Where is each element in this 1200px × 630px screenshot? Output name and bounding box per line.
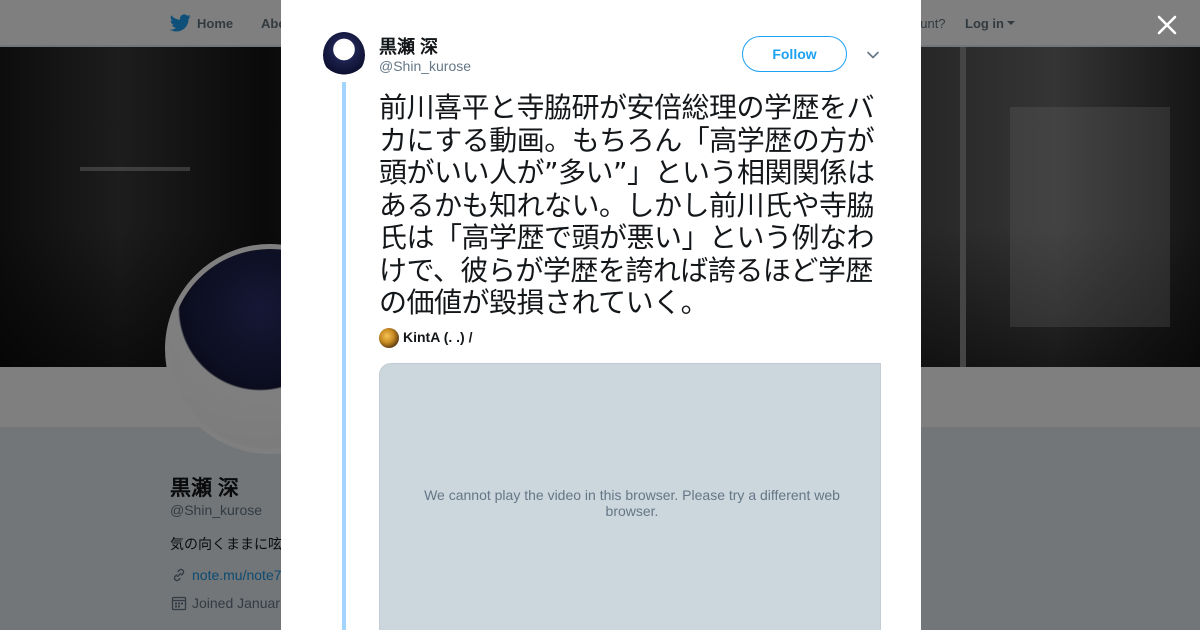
thread-connector-line [342, 82, 346, 630]
chevron-down-icon[interactable] [865, 48, 881, 62]
tweet-author-avatar[interactable] [323, 32, 365, 78]
quoted-user-name[interactable]: KintA (. .) / [403, 329, 472, 345]
tweet-text: 前川喜平と寺脇研が安倍総理の学歴をバカにする動画。もちろん「高学歴の方が頭がいい… [379, 91, 875, 319]
follow-button[interactable]: Follow [742, 36, 847, 72]
video-unsupported-message: We cannot play the video in this browser… [424, 487, 840, 519]
quoted-user-avatar[interactable] [379, 328, 399, 348]
tweet-author-name[interactable]: 黒瀬 深 [379, 33, 438, 59]
tweet-author-handle[interactable]: @Shin_kurose [379, 58, 471, 74]
tweet-modal: 黒瀬 深 @Shin_kurose Follow 前川喜平と寺脇研が安倍総理の学… [281, 0, 921, 630]
close-icon[interactable] [1152, 10, 1182, 40]
